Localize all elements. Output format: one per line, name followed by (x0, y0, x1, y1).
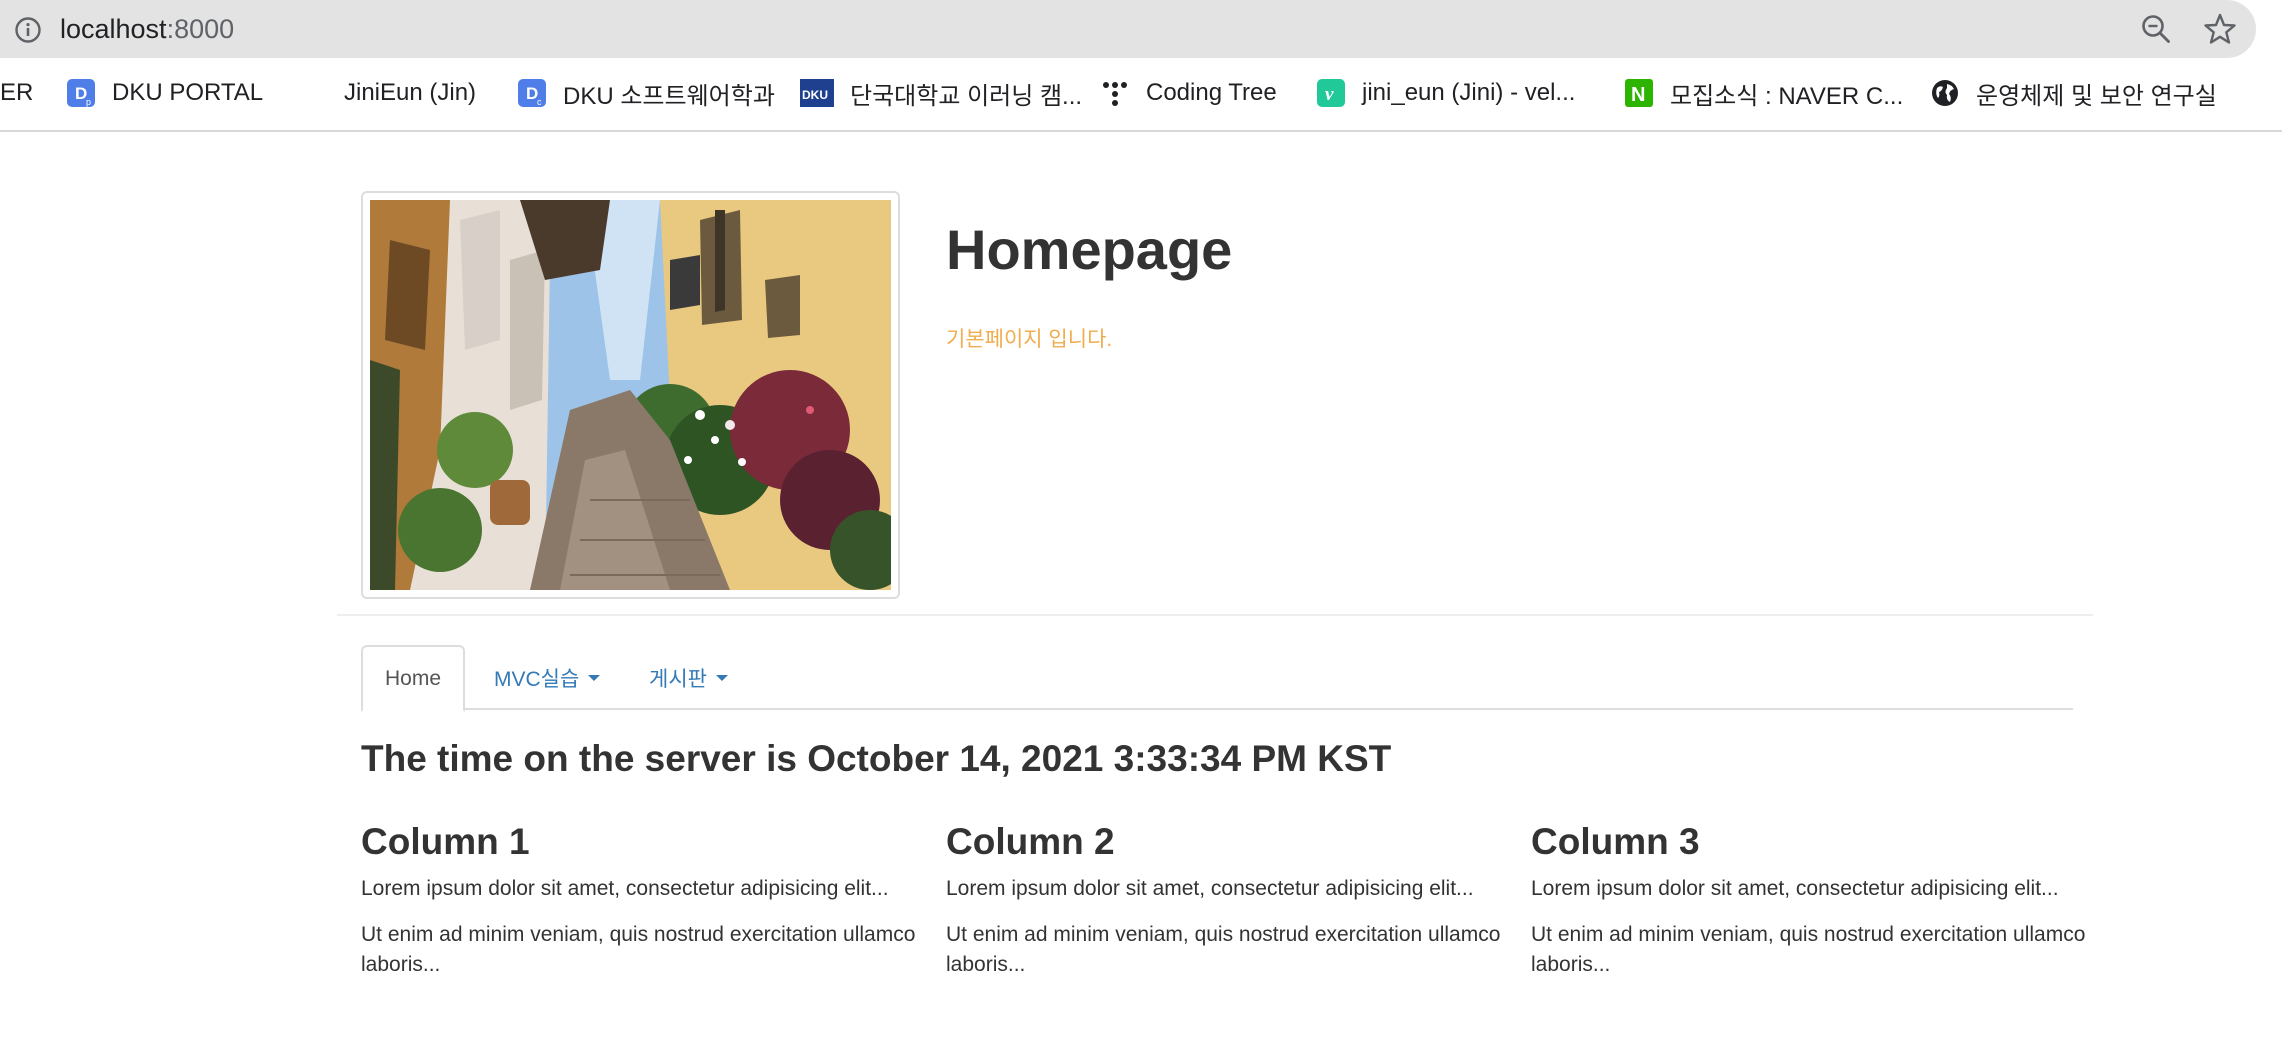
column-3: Column 3 Lorem ipsum dolor sit amet, con… (1531, 818, 2091, 980)
hero-image-frame (361, 191, 900, 599)
bookmark-er[interactable]: ER (0, 66, 33, 120)
svg-text:p: p (86, 97, 91, 107)
bookmark-velog[interactable]: v jini_eun (Jini) - vel... (1316, 66, 1575, 120)
bookmark-dku-portal[interactable]: D p DKU PORTAL (66, 66, 263, 120)
column-title: Column 2 (946, 821, 1115, 862)
coding-tree-icon (1103, 82, 1127, 106)
bookmark-naver[interactable]: N 모집소식 : NAVER C... (1624, 66, 1903, 120)
dku-elearning-icon: DKU (800, 79, 834, 107)
bookmark-jinieun[interactable]: JiniEun (Jin) (344, 66, 476, 120)
bookmark-label: Coding Tree (1146, 79, 1277, 106)
column-title: Column 3 (1531, 821, 1700, 862)
bookmark-coding-tree[interactable]: Coding Tree (1100, 66, 1277, 120)
url-text[interactable]: localhost:8000 (60, 12, 234, 46)
column-title: Column 1 (361, 821, 530, 862)
bookmark-label: DKU 소프트웨어학과 (563, 82, 775, 110)
bookmark-label: jini_eun (Jini) - vel... (1362, 79, 1576, 106)
caret-down-icon (715, 674, 728, 681)
header-divider (337, 614, 2093, 616)
column-text-2: Ut enim ad minim veniam, quis nostrud ex… (1531, 923, 2086, 976)
bookmarks-bar: ER D p DKU PORTAL JiniEun (Jin) D c DKU … (0, 66, 2282, 120)
tab-board[interactable]: 게시판 (649, 645, 728, 710)
bookmark-label: ER (0, 79, 34, 106)
zoom-out-icon[interactable] (2140, 13, 2172, 45)
globe-icon (1932, 80, 1958, 106)
address-bar[interactable]: localhost:8000 (0, 0, 2256, 58)
page-title: Homepage (946, 218, 1233, 281)
tab-label: MVC실습 (494, 667, 580, 691)
bookmark-dku-elearning[interactable]: DKU 단국대학교 이러닝 캠... (800, 66, 1082, 120)
server-time-heading: The time on the server is October 14, 20… (361, 738, 1392, 779)
bookmark-dku-software[interactable]: D c DKU 소프트웨어학과 (517, 66, 775, 120)
tab-mvc-practice[interactable]: MVC실습 (494, 645, 601, 710)
column-text-1: Lorem ipsum dolor sit amet, consectetur … (361, 877, 889, 900)
page-subtitle: 기본페이지 입니다. (946, 328, 1113, 351)
info-icon[interactable] (14, 16, 42, 44)
url-host: localhost (60, 14, 167, 44)
bookmark-label: JiniEun (Jin) (344, 79, 477, 106)
bookmark-label: 단국대학교 이러닝 캠... (850, 82, 1083, 110)
caret-down-icon (588, 674, 601, 681)
chrome-divider (0, 130, 2282, 132)
tab-label: 게시판 (649, 667, 707, 691)
street-photo (370, 200, 891, 590)
svg-text:v: v (1325, 84, 1334, 105)
nav-tabs: Home MVC실습 게시판 (361, 645, 2073, 712)
svg-text:DKU: DKU (802, 88, 828, 102)
dku-portal-icon: D p (67, 79, 95, 107)
bookmark-label: 모집소식 : NAVER C... (1670, 82, 1904, 110)
column-2: Column 2 Lorem ipsum dolor sit amet, con… (946, 818, 1506, 980)
column-1: Column 1 Lorem ipsum dolor sit amet, con… (361, 818, 921, 980)
svg-text:N: N (1631, 84, 1645, 106)
dku-software-icon: D c (518, 79, 546, 107)
column-text-1: Lorem ipsum dolor sit amet, consectetur … (1531, 877, 2059, 900)
column-text-2: Ut enim ad minim veniam, quis nostrud ex… (946, 923, 1501, 976)
bookmark-star-icon[interactable] (2203, 12, 2237, 46)
bookmark-os-lab[interactable]: 운영체제 및 보안 연구실 (1930, 66, 2217, 120)
tab-home[interactable]: Home (361, 645, 466, 712)
naver-icon: N (1625, 79, 1653, 107)
svg-text:c: c (537, 97, 542, 107)
column-text-1: Lorem ipsum dolor sit amet, consectetur … (946, 877, 1474, 900)
bookmark-label: 운영체제 및 보안 연구실 (1976, 82, 2217, 110)
velog-icon: v (1317, 79, 1345, 107)
column-text-2: Ut enim ad minim veniam, quis nostrud ex… (361, 923, 916, 976)
tab-label: Home (385, 666, 442, 690)
bookmark-label: DKU PORTAL (112, 79, 264, 106)
url-port: :8000 (166, 14, 235, 44)
